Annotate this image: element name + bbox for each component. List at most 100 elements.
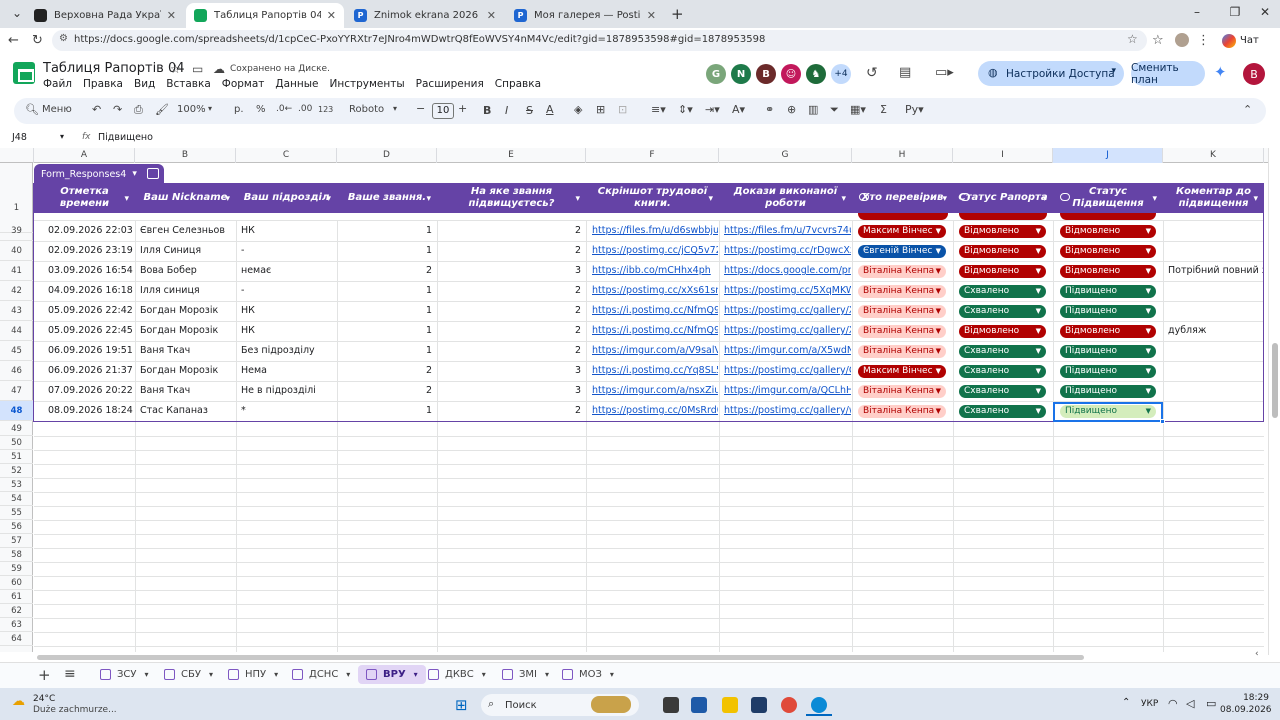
close-tab-icon[interactable]: ✕ [327,9,336,22]
align-vertical-icon[interactable]: ⇕▾ [678,103,693,116]
target-rank-cell[interactable]: 2 [437,241,581,261]
work-book-link[interactable]: https://i.postimg.cc/NfmQ9J0Y [592,301,718,321]
row-header[interactable]: 60 [0,576,33,590]
battery-icon[interactable]: ▭ [1206,697,1216,710]
timestamp-cell[interactable]: 02.09.2026 22:03:07 [48,221,133,241]
edge-icon[interactable] [811,697,827,713]
menu-item[interactable]: Вид [134,78,155,90]
weather-icon[interactable]: ☁ [12,694,25,709]
star-icon[interactable]: ☆ [170,62,181,76]
promotion-status-chip[interactable]: Підвищено ▼ [1060,405,1156,418]
nickname-cell[interactable]: Богдан Морозік [140,361,234,381]
nickname-cell[interactable]: Ілля синиця [140,281,234,301]
sheet-tab[interactable]: МОЗ ▾ [554,665,622,684]
column-header[interactable]: B [135,148,236,163]
sheet-tab[interactable]: НПУ ▾ [220,665,286,684]
add-sheet-icon[interactable]: + [38,666,51,684]
scroll-left-icon[interactable]: ‹ [1255,649,1259,659]
name-box[interactable]: J48 [12,132,27,143]
rank-cell[interactable]: 2 [337,381,432,401]
chevron-down-icon[interactable]: ▾ [132,169,137,179]
report-status-chip[interactable]: Відмовлено ▼ [959,265,1046,278]
restore-icon[interactable]: ❐ [1226,5,1244,19]
comment-cell[interactable] [1168,301,1264,321]
promotion-status-chip[interactable]: Підвищено ▼ [1060,345,1156,358]
collapse-toolbar-icon[interactable]: ⌃ [1243,103,1252,116]
row-header[interactable]: 51 [0,450,33,464]
rank-cell[interactable]: 1 [337,301,432,321]
bold-icon[interactable]: B [483,104,491,117]
promotion-status-chip[interactable]: Підвищено ▼ [1060,385,1156,398]
comment-cell[interactable] [1168,401,1264,421]
work-book-link[interactable]: https://files.fm/u/d6swbbju9dz [592,221,718,241]
insert-comment-icon[interactable]: ⊕ [787,103,796,116]
menu-item[interactable]: Правка [83,78,123,90]
user-avatar[interactable]: B [1243,63,1265,85]
rank-cell[interactable]: 2 [337,261,432,281]
nickname-cell[interactable]: Ваня Ткач [140,381,234,401]
row-header[interactable]: 63 [0,618,33,632]
taskbar-search[interactable]: ⌕ Поиск [481,694,639,716]
promotion-status-chip[interactable]: Підвищено ▼ [1060,285,1156,298]
site-info-icon[interactable]: ⚙ [59,33,68,44]
strikethrough-icon[interactable]: S [526,104,533,117]
row-header[interactable]: 61 [0,590,33,604]
borders-icon[interactable]: ⊞ [596,103,605,116]
work-book-link[interactable]: https://i.postimg.cc/NfmQ9J0Y [592,321,718,341]
unit-cell[interactable]: Нема [241,361,335,381]
chevron-down-icon[interactable]: ▾ [1253,193,1258,205]
print-icon[interactable]: ⎙ [134,103,143,117]
collaborator-avatar[interactable]: G [706,64,726,84]
nickname-cell[interactable]: Вова Бобер [140,261,234,281]
column-header[interactable]: F [586,148,719,163]
checker-chip[interactable]: Віталіна Кенпа ▼ [858,265,946,278]
chevron-down-icon[interactable]: ▾ [1152,193,1157,205]
chevron-down-icon[interactable]: ▾ [225,193,230,205]
row-header[interactable]: 56 [0,520,33,534]
work-book-link[interactable]: https://ibb.co/mCHhx4ph [592,261,718,281]
text-color-icon[interactable]: A [546,103,554,116]
font-select[interactable]: Roboto [349,104,384,115]
comment-cell[interactable] [1168,341,1264,361]
menu-item[interactable]: Вставка [166,78,211,90]
window-close-icon[interactable]: ✕ [1256,5,1274,19]
increase-decimal-button[interactable]: .00 [298,104,312,114]
promotion-status-chip[interactable]: Підвищено ▼ [1060,365,1156,378]
minimize-icon[interactable]: – [1188,5,1206,19]
close-tab-icon[interactable]: ✕ [647,9,656,22]
filter-views-icon[interactable]: ▦▾ [850,103,866,116]
menu-item[interactable]: Справка [495,78,541,90]
report-status-chip[interactable] [959,213,1047,220]
row-header[interactable]: 52 [0,464,33,478]
chevron-down-icon[interactable]: ▾ [145,670,149,679]
horizontal-scrollbar[interactable]: ‹ [0,649,1268,662]
share-button[interactable]: ◍ Настройки Доступа ▾ [978,61,1124,86]
sheet-tab[interactable]: ВРУ ▾ [358,665,426,684]
work-book-link[interactable]: https://imgur.com/a/V9salVk [592,341,718,361]
unit-cell[interactable]: НК [241,301,335,321]
checker-chip[interactable]: Максим Вінчес ▼ [858,225,946,238]
rank-cell[interactable]: 1 [337,281,432,301]
unit-cell[interactable]: - [241,241,335,261]
nickname-cell[interactable]: Богдан Морозік [140,321,234,341]
tab-search-icon[interactable]: ⌄ [8,6,26,20]
task-view-icon[interactable] [663,697,679,713]
back-icon[interactable]: ← [8,33,19,48]
unit-cell[interactable]: немає [241,261,335,281]
promotion-status-chip[interactable]: Відмовлено ▼ [1060,265,1156,278]
comments-icon[interactable]: ▤ [899,65,911,80]
report-status-chip[interactable]: Схвалено ▼ [959,305,1046,318]
column-header[interactable]: G [719,148,852,163]
chevron-down-icon[interactable]: ▾ [708,193,713,205]
chevron-down-icon[interactable]: ▾ [1111,66,1116,76]
scroll-thumb[interactable] [37,655,1084,660]
rank-cell[interactable]: 1 [337,341,432,361]
nickname-cell[interactable]: Стас Капаназ [140,401,234,421]
close-tab-icon[interactable]: ✕ [167,9,176,22]
file-explorer-icon[interactable] [722,697,738,713]
history-icon[interactable]: ↺ [866,65,878,81]
sheet-tab[interactable]: ДСНС ▾ [284,665,358,684]
chevron-down-icon[interactable]: ▾ [393,104,397,113]
proof-link[interactable]: https://postimg.cc/gallery/CRgT [724,361,851,381]
input-tools-icon[interactable]: Ру▾ [905,103,924,116]
